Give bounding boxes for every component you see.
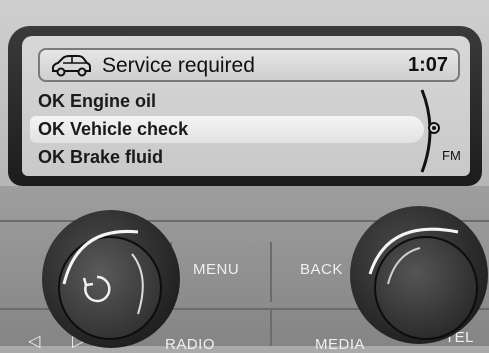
title-bar: Service required 1:07 (38, 48, 460, 82)
list-item-selected[interactable]: OK Vehicle check (30, 116, 424, 143)
power-icon (82, 275, 111, 303)
page-title: Service required (102, 54, 255, 77)
list-item[interactable]: OK Engine oil (30, 88, 420, 115)
radio-button[interactable]: RADIO (165, 336, 215, 353)
head-unit: Service required 1:07 OK Engine oil OK V… (0, 0, 489, 353)
list-item-label: OK Engine oil (38, 91, 157, 111)
divider (270, 310, 272, 346)
list-item-label: OK Vehicle check (38, 119, 189, 139)
back-button[interactable]: BACK (300, 261, 343, 278)
menu-button[interactable]: MENU (193, 261, 239, 278)
display-screen: Service required 1:07 OK Engine oil OK V… (22, 36, 470, 176)
divider (270, 242, 272, 302)
clock: 1:07 (407, 54, 448, 76)
car-icon (52, 55, 91, 77)
list-item-label: OK Brake fluid (38, 147, 164, 167)
knob-highlight (368, 227, 459, 285)
list-item[interactable]: OK Brake fluid (30, 144, 420, 171)
media-button[interactable]: MEDIA (315, 336, 365, 353)
band-label: FM (442, 148, 461, 163)
prev-icon[interactable]: ◁ (28, 331, 41, 351)
